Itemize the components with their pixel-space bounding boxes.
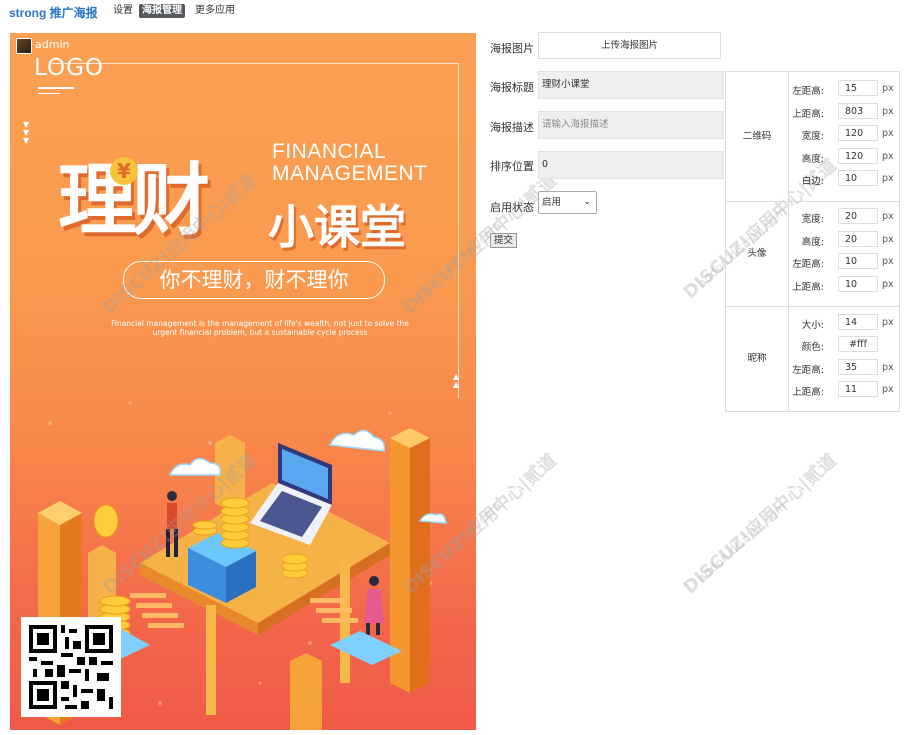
unit-label: px xyxy=(882,317,894,328)
order-label: 排序位置 xyxy=(490,160,534,173)
setting-key: 高度: xyxy=(801,154,824,165)
logo-divider xyxy=(38,87,74,89)
unit-label: px xyxy=(882,128,894,139)
qrcode-margin-input[interactable]: 10 xyxy=(838,170,878,186)
nickname-left-row: 左距高: 35 px xyxy=(788,359,899,377)
tab-more-apps[interactable]: 更多应用 xyxy=(192,4,238,18)
status-label: 启用状态 xyxy=(490,201,534,214)
submit-button[interactable]: 提交 xyxy=(490,233,517,248)
title-label: 海报标题 xyxy=(490,81,534,94)
nickname-color-input[interactable]: #fff xyxy=(838,336,878,352)
english-title-line1: FINANCIAL xyxy=(272,140,387,163)
avatar-left-row: 左距高: 10 px xyxy=(788,253,899,271)
qrcode-section: 二维码 左距高: 15 px 上距高: 803 px 宽度: 120 px 高度: 120 px… xyxy=(726,72,899,202)
poster-english-desc: Financial management is the management o… xyxy=(100,319,420,337)
avatar-section: 头像 宽度: 20 px 高度: 20 px 左距高: 10 px 上距高: 10 px xyxy=(726,201,899,307)
setting-key: 左距高: xyxy=(792,86,824,97)
unit-label: px xyxy=(882,151,894,162)
desc-input[interactable]: 请输入海报描述 xyxy=(538,111,724,139)
qrcode-top-input[interactable]: 803 xyxy=(838,103,878,119)
chevron-down-icon: ⌄ xyxy=(583,197,591,207)
qr-code-image xyxy=(21,617,121,717)
poster-title-sub: 小课堂 xyxy=(268,200,406,254)
watermark-url: addon.dismall.com xyxy=(694,498,789,586)
nickname-size-input[interactable]: 14 xyxy=(838,314,878,330)
english-title-line2: MANAGEMENT xyxy=(272,162,428,185)
qrcode-left-row: 左距高: 15 px xyxy=(788,80,899,98)
nickname-section-name: 昵称 xyxy=(726,306,789,411)
nickname-text: admin xyxy=(35,38,70,51)
setting-key: 宽度: xyxy=(801,131,824,142)
status-select-value: 启用 xyxy=(542,197,562,208)
logo-divider-short xyxy=(38,93,60,94)
chevron-down-icon: ▼ ▼ ▼ xyxy=(23,120,30,145)
nickname-top-row: 上距高: 11 px xyxy=(788,381,899,399)
qrcode-height-row: 高度: 120 px xyxy=(788,148,899,166)
avatar-height-row: 高度: 20 px xyxy=(788,231,899,249)
yen-icon: ¥ xyxy=(110,157,138,185)
qrcode-width-input[interactable]: 120 xyxy=(838,125,878,141)
qrcode-top-row: 上距高: 803 px xyxy=(788,103,899,121)
nickname-size-row: 大小: 14 px xyxy=(788,314,899,332)
avatar-left-input[interactable]: 10 xyxy=(838,253,878,269)
avatar-top-input[interactable]: 10 xyxy=(838,276,878,292)
setting-key: 宽度: xyxy=(801,214,824,225)
qrcode-height-input[interactable]: 120 xyxy=(838,148,878,164)
top-nav: strong 推广海报 设置 海报管理 更多应用 xyxy=(0,0,910,24)
unit-label: px xyxy=(882,211,894,222)
avatar-width-row: 宽度: 20 px xyxy=(788,208,899,226)
tab-poster-management[interactable]: 海报管理 xyxy=(139,4,185,18)
desc-label: 海报描述 xyxy=(490,121,534,134)
setting-key: 左距高: xyxy=(792,365,824,376)
position-settings-table: 二维码 左距高: 15 px 上距高: 803 px 宽度: 120 px 高度: 120 px… xyxy=(725,71,900,412)
qr-code xyxy=(21,617,121,717)
avatar-width-input[interactable]: 20 xyxy=(838,208,878,224)
unit-label: px xyxy=(882,173,894,184)
nickname-color-row: 颜色: #fff xyxy=(788,336,899,354)
poster-title-main: 理财 xyxy=(58,156,210,246)
qrcode-margin-row: 白边: 10 px xyxy=(788,170,899,188)
unit-label: px xyxy=(882,256,894,267)
qrcode-section-name: 二维码 xyxy=(726,72,789,201)
setting-key: 颜色: xyxy=(801,342,824,353)
upload-poster-button[interactable]: 上传海报图片 xyxy=(538,32,721,59)
setting-key: 大小: xyxy=(801,320,824,331)
status-select[interactable]: 启用 ⌄ xyxy=(538,191,597,214)
qrcode-width-row: 宽度: 120 px xyxy=(788,125,899,143)
nickname-left-input[interactable]: 35 xyxy=(838,359,878,375)
unit-label: px xyxy=(882,279,894,290)
order-input[interactable]: 0 xyxy=(538,151,724,179)
poster-logo: LOGO xyxy=(34,55,105,81)
nickname-top-input[interactable]: 11 xyxy=(838,381,878,397)
setting-key: 左距高: xyxy=(792,259,824,270)
setting-key: 高度: xyxy=(801,237,824,248)
unit-label: px xyxy=(882,106,894,117)
image-label: 海报图片 xyxy=(490,42,534,55)
poster-preview: admin LOGO ▼ ▼ ▼ 理财 ¥ FINANCIAL MANAGEMENT… xyxy=(10,33,476,730)
unit-label: px xyxy=(882,384,894,395)
poster-english-title: FINANCIAL MANAGEMENT xyxy=(272,141,428,185)
avatar-top-row: 上距高: 10 px xyxy=(788,276,899,294)
setting-key: 白边: xyxy=(801,176,824,187)
plugin-title: strong 推广海报 xyxy=(9,6,98,20)
desc-line1: Financial management is the management o… xyxy=(111,319,409,328)
avatar-image xyxy=(16,38,32,54)
setting-key: 上距高: xyxy=(792,109,824,120)
unit-label: px xyxy=(882,234,894,245)
desc-line2: urgent financial problem, but a sustaina… xyxy=(152,328,368,337)
watermark: DISCUZ!应用中心|贰道 xyxy=(679,449,841,599)
title-input[interactable]: 理财小课堂 xyxy=(538,71,724,99)
poster-slogan: 你不理财，财不理你 xyxy=(123,261,385,299)
qrcode-left-input[interactable]: 15 xyxy=(838,80,878,96)
tab-settings[interactable]: 设置 xyxy=(110,4,136,18)
setting-key: 上距高: xyxy=(792,282,824,293)
unit-label: px xyxy=(882,362,894,373)
avatar-section-name: 头像 xyxy=(726,201,789,306)
setting-key: 上距高: xyxy=(792,387,824,398)
avatar-height-input[interactable]: 20 xyxy=(838,231,878,247)
unit-label: px xyxy=(882,83,894,94)
nickname-section: 昵称 大小: 14 px 颜色: #fff 左距高: 35 px 上距高: 11 px xyxy=(726,306,899,411)
